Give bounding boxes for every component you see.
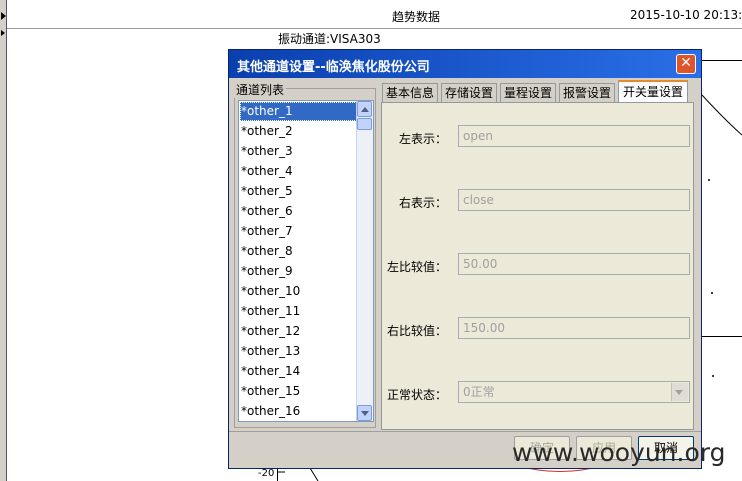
dropdown-button[interactable] (671, 383, 688, 401)
right-display-field[interactable]: close (458, 189, 690, 211)
scroll-up-button[interactable] (357, 101, 372, 117)
list-item[interactable]: *other_4 (240, 162, 357, 181)
chevron-up-icon (361, 107, 369, 112)
list-item[interactable]: *other_3 (240, 142, 357, 161)
right-compare-field[interactable]: 150.00 (458, 317, 690, 339)
tab-basic-info[interactable]: 基本信息 (382, 83, 438, 102)
tab-switch-settings[interactable]: 开关量设置 (618, 80, 688, 103)
right-display-label: 右表示： (399, 196, 448, 210)
left-compare-label: 左比较值： (387, 260, 448, 274)
list-item[interactable]: *other_7 (240, 222, 357, 241)
list-scrollbar[interactable] (356, 101, 373, 421)
list-item[interactable]: *other_11 (240, 302, 357, 321)
tab-alarm-settings[interactable]: 报警设置 (559, 83, 615, 102)
close-button[interactable]: ✕ (676, 54, 696, 74)
left-display-field[interactable]: open (458, 125, 690, 147)
watermark: www.wooyun.org (512, 438, 726, 467)
scrollbar-thumb[interactable] (357, 118, 372, 130)
dialog-titlebar[interactable]: 其他通道设置--临涣焦化股份公司 ✕ (229, 50, 701, 78)
y-axis-tick-label: -20 (258, 468, 275, 479)
list-item[interactable]: *other_15 (240, 382, 357, 401)
normal-state-label: 正常状态： (387, 388, 448, 402)
channel-list-label: 通道列表 (234, 81, 287, 98)
left-display-label: 左表示： (399, 132, 448, 146)
chevron-down-icon (675, 390, 683, 395)
button-separator (229, 431, 701, 432)
list-item[interactable]: *other_10 (240, 282, 357, 301)
list-item[interactable]: *other_14 (240, 362, 357, 381)
channel-settings-dialog: 其他通道设置--临涣焦化股份公司 ✕ 通道列表 *other_1 *other_… (228, 49, 702, 469)
channel-listbox[interactable]: *other_1 *other_2 *other_3 *other_4 *oth… (238, 100, 374, 422)
normal-state-value: 0正常 (463, 385, 495, 399)
list-item[interactable]: *other_6 (240, 202, 357, 221)
list-item[interactable]: *other_16 (240, 402, 357, 421)
list-item[interactable]: *other_1 (240, 102, 357, 121)
list-item[interactable]: *other_9 (240, 262, 357, 281)
list-item[interactable]: *other_2 (240, 122, 357, 141)
list-item[interactable]: *other_5 (240, 182, 357, 201)
close-icon: ✕ (680, 55, 692, 71)
chevron-down-icon (361, 411, 369, 416)
left-compare-field[interactable]: 50.00 (458, 253, 690, 275)
tab-range-settings[interactable]: 量程设置 (500, 83, 556, 102)
right-compare-label: 右比较值： (387, 324, 448, 338)
list-item[interactable]: *other_12 (240, 322, 357, 341)
dialog-title: 其他通道设置--临涣焦化股份公司 (237, 60, 430, 75)
normal-state-select[interactable]: 0正常 (458, 381, 690, 403)
scroll-down-button[interactable] (357, 405, 372, 421)
list-item[interactable]: *other_13 (240, 342, 357, 361)
tab-storage-settings[interactable]: 存储设置 (441, 83, 497, 102)
list-item[interactable]: *other_8 (240, 242, 357, 261)
